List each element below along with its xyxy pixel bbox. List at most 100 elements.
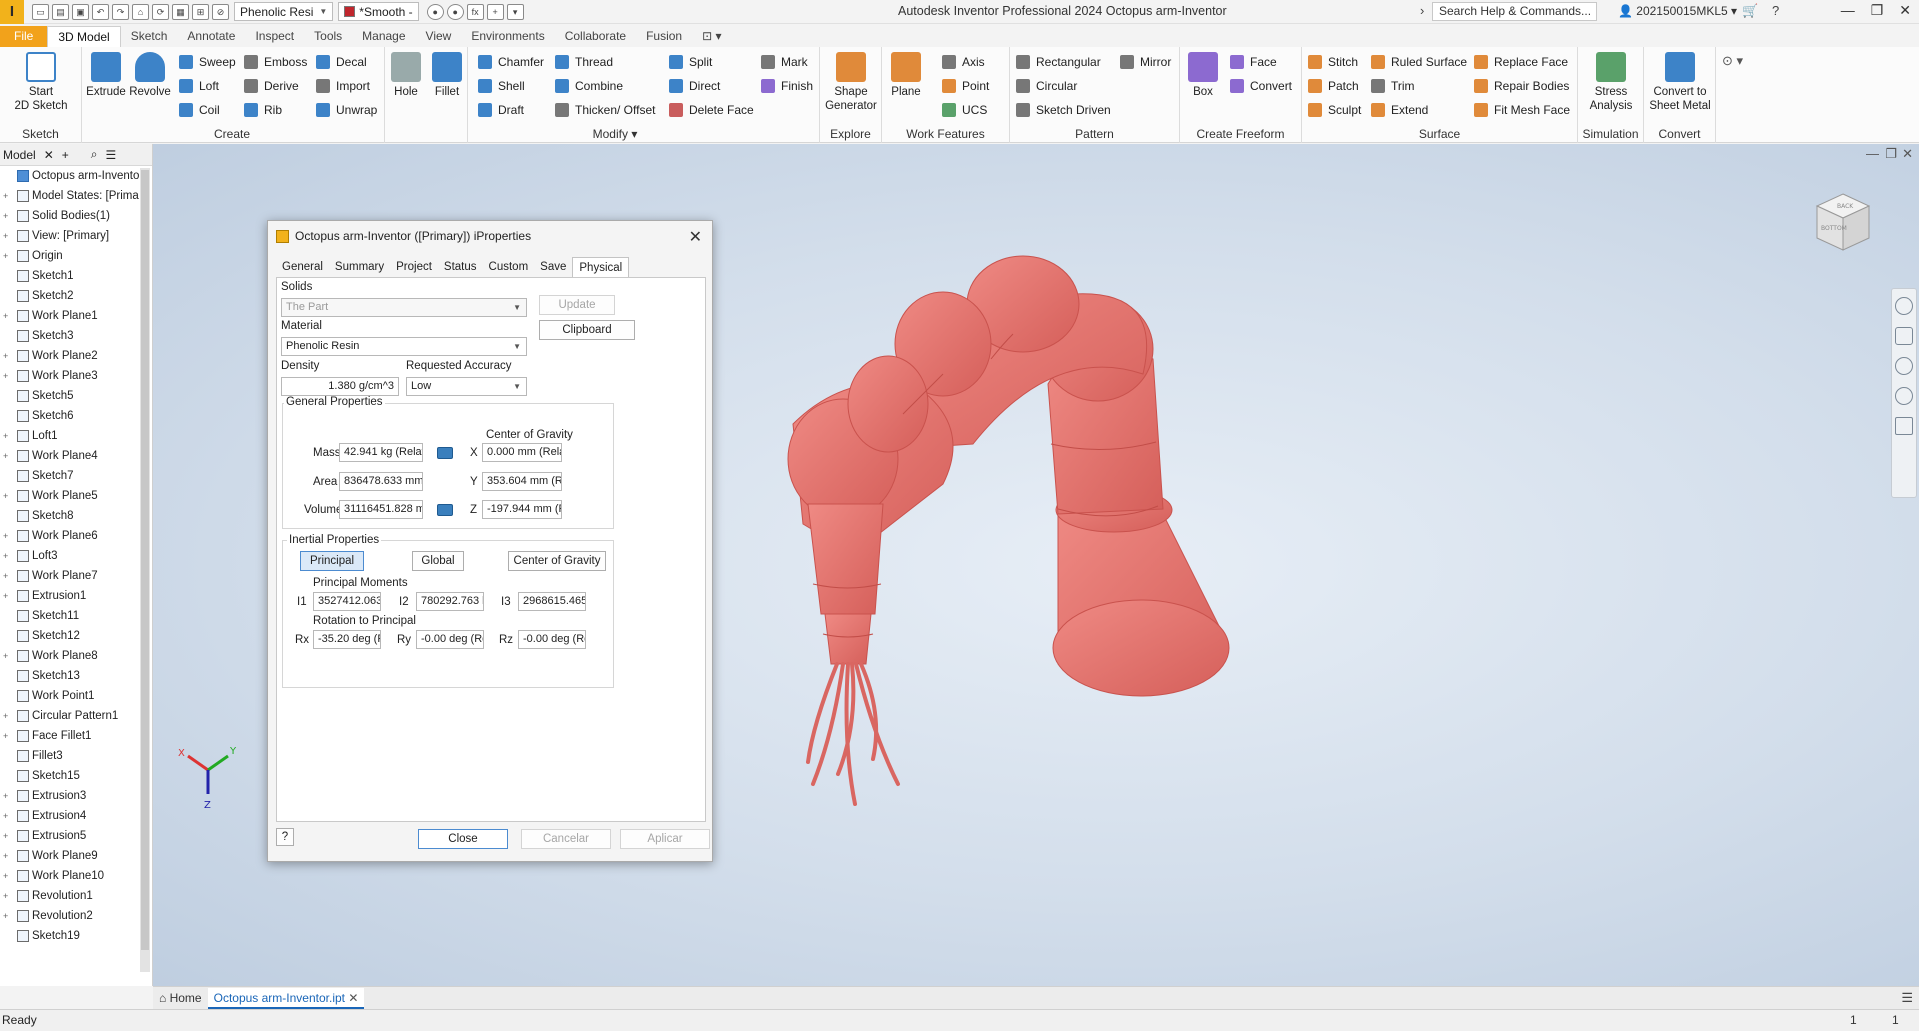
open-file-icon[interactable]: ▤ xyxy=(52,3,69,20)
ribbon-overflow-icon[interactable]: ⊡ ▾ xyxy=(692,26,731,47)
doc-tab-home[interactable]: ⌂ Home xyxy=(153,988,208,1009)
ribbon-tab-tools[interactable]: Tools xyxy=(304,26,352,47)
browser-tree-item[interactable]: + Work Plane5 xyxy=(0,486,152,506)
ribbon-tab-3d-model[interactable]: 3D Model xyxy=(47,26,121,47)
fit-mesh-face-button[interactable]: Fit Mesh Face xyxy=(1474,101,1570,119)
circular-pattern-button[interactable]: Circular xyxy=(1016,77,1077,95)
rib-button[interactable]: Rib xyxy=(244,101,282,119)
apply-button[interactable]: Aplicar xyxy=(620,829,710,849)
update-icon[interactable]: ⟳ xyxy=(152,3,169,20)
browser-tree-item[interactable]: + Origin xyxy=(0,246,152,266)
browser-tree-item[interactable]: + Solid Bodies(1) xyxy=(0,206,152,226)
ry-field[interactable]: -0.00 deg (Rela xyxy=(416,630,484,649)
dialog-tab-physical[interactable]: Physical xyxy=(572,257,630,277)
browser-tree-item[interactable]: Sketch1 xyxy=(0,266,152,286)
i3-field[interactable]: 2968615.465 kg xyxy=(518,592,586,611)
browser-tree-item[interactable]: + Extrusion1 xyxy=(0,586,152,606)
expand-icon[interactable]: + xyxy=(3,211,12,221)
browser-tree-item[interactable]: + Extrusion3 xyxy=(0,786,152,806)
expand-icon[interactable]: + xyxy=(3,311,12,321)
ribbon-tab-environments[interactable]: Environments xyxy=(461,26,554,47)
fx-icon[interactable]: fx xyxy=(466,3,484,20)
no-icon[interactable]: ⊘ xyxy=(212,3,229,20)
import-button[interactable]: Import xyxy=(316,77,370,95)
ribbon-tab-fusion[interactable]: Fusion xyxy=(636,26,692,47)
patch-button[interactable]: Patch xyxy=(1308,77,1359,95)
box-button[interactable]: Box xyxy=(1186,52,1220,99)
expand-icon[interactable]: + xyxy=(3,871,12,881)
close-icon[interactable]: ✕ xyxy=(44,148,54,162)
ribbon-tab-sketch[interactable]: Sketch xyxy=(121,26,178,47)
ribbon-tab-annotate[interactable]: Annotate xyxy=(177,26,245,47)
extend-button[interactable]: Extend xyxy=(1371,101,1428,119)
thicken-offset-button[interactable]: Thicken/ Offset xyxy=(555,101,655,119)
appearance-selector[interactable]: *Smooth - xyxy=(338,2,419,21)
browser-tree-item[interactable]: + Work Plane8 xyxy=(0,646,152,666)
material-selector[interactable]: Phenolic Resi ▼ xyxy=(234,2,334,21)
browser-tree-item[interactable]: + Work Plane4 xyxy=(0,446,152,466)
browser-tree-item[interactable]: Sketch8 xyxy=(0,506,152,526)
expand-icon[interactable]: + xyxy=(3,891,12,901)
zoom-icon[interactable] xyxy=(1895,357,1913,375)
close-icon[interactable]: ✕ xyxy=(348,991,358,1005)
sketch-driven-pattern-button[interactable]: Sketch Driven xyxy=(1016,101,1111,119)
start-2d-sketch-button[interactable]: Start 2D Sketch xyxy=(8,52,74,113)
convert-button[interactable]: Convert xyxy=(1230,77,1292,95)
delete-face-button[interactable]: Delete Face xyxy=(669,101,754,119)
browser-tree-item[interactable]: Sketch3 xyxy=(0,326,152,346)
split-button[interactable]: Split xyxy=(669,53,712,71)
dialog-close-icon[interactable]: ✕ xyxy=(689,227,702,247)
inventor-logo[interactable]: I xyxy=(0,0,24,24)
thread-button[interactable]: Thread xyxy=(555,53,613,71)
center-of-gravity-button[interactable]: Center of Gravity xyxy=(508,551,606,571)
browser-tree-item[interactable]: + Loft3 xyxy=(0,546,152,566)
expand-icon[interactable]: + xyxy=(3,491,12,501)
browser-tree-item[interactable]: + Model States: [Prima xyxy=(0,186,152,206)
material-select[interactable]: Phenolic Resin ▼ xyxy=(281,337,527,356)
ribbon-options-icon[interactable]: ⊙ ▾ xyxy=(1722,53,1743,69)
repair-bodies-button[interactable]: Repair Bodies xyxy=(1474,77,1569,95)
browser-tree-item[interactable]: Sketch15 xyxy=(0,766,152,786)
viewcube-front-label[interactable]: BOTTOM xyxy=(1821,225,1847,232)
mass-field[interactable]: 42.941 kg (Relative xyxy=(339,443,423,462)
finish-button[interactable]: Finish xyxy=(761,77,813,95)
expand-icon[interactable]: + xyxy=(3,731,12,741)
calculator-icon[interactable] xyxy=(437,447,453,459)
dialog-tab-summary[interactable]: Summary xyxy=(329,257,390,277)
browser-tree-item[interactable]: + Face Fillet1 xyxy=(0,726,152,746)
chevron-right-icon[interactable]: › xyxy=(1420,3,1424,18)
hole-button[interactable]: Hole xyxy=(391,52,421,99)
dialog-tab-save[interactable]: Save xyxy=(534,257,572,277)
browser-tree-item[interactable]: + Revolution2 xyxy=(0,906,152,926)
panel-label-modify[interactable]: Modify ▾ xyxy=(515,127,715,141)
pan-icon[interactable] xyxy=(1895,327,1913,345)
expand-icon[interactable]: + xyxy=(3,831,12,841)
add-icon[interactable]: + xyxy=(62,148,69,162)
combine-button[interactable]: Combine xyxy=(555,77,623,95)
clipboard-button[interactable]: Clipboard xyxy=(539,320,635,340)
dialog-title-bar[interactable]: Octopus arm-Inventor ([Primary]) iProper… xyxy=(268,221,712,251)
browser-tree-item[interactable]: Sketch6 xyxy=(0,406,152,426)
measure-icon[interactable]: ▦ xyxy=(172,3,189,20)
cog-x-field[interactable]: 0.000 mm (Relative xyxy=(482,443,562,462)
expand-icon[interactable]: + xyxy=(3,711,12,721)
expand-icon[interactable]: + xyxy=(3,231,12,241)
dialog-tab-status[interactable]: Status xyxy=(438,257,483,277)
shape-generator-button[interactable]: Shape Generator xyxy=(822,52,880,113)
browser-root-item[interactable]: Octopus arm-Inventor xyxy=(0,166,152,186)
mirror-button[interactable]: Mirror xyxy=(1120,53,1171,71)
derive-button[interactable]: Derive xyxy=(244,77,299,95)
expand-icon[interactable]: + xyxy=(3,371,12,381)
expand-icon[interactable]: + xyxy=(3,191,12,201)
browser-tree-item[interactable]: + Circular Pattern1 xyxy=(0,706,152,726)
adjust-icon[interactable]: ● xyxy=(426,3,444,20)
sculpt-button[interactable]: Sculpt xyxy=(1308,101,1361,119)
menu-icon[interactable]: ☰ xyxy=(106,148,117,162)
expand-icon[interactable]: + xyxy=(3,851,12,861)
viewcube[interactable]: BACK BOTTOM xyxy=(1813,192,1873,254)
browser-tree-item[interactable]: Fillet3 xyxy=(0,746,152,766)
browser-tree-item[interactable]: + Work Plane9 xyxy=(0,846,152,866)
browser-scrollbar-thumb[interactable] xyxy=(141,170,149,950)
ucs-button[interactable]: UCS xyxy=(942,101,987,119)
expand-icon[interactable]: + xyxy=(3,431,12,441)
